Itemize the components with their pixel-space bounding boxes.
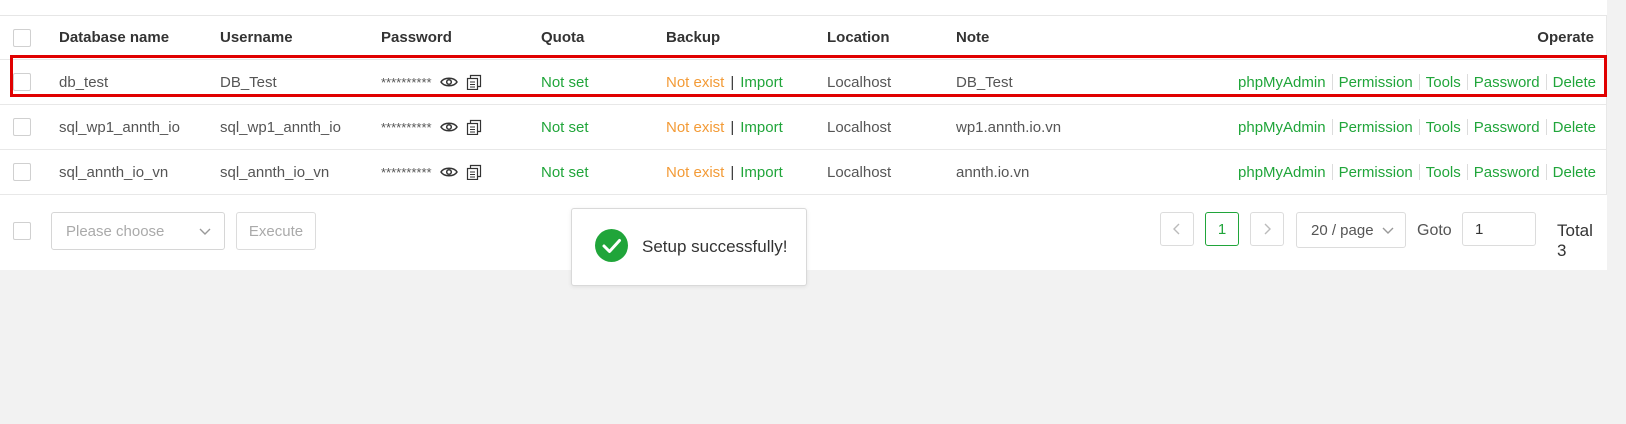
- database-name: db_test: [59, 73, 109, 91]
- row-operations: phpMyAdmin Permission Tools Password Del…: [1238, 150, 1596, 194]
- select-all-checkbox[interactable]: [13, 28, 31, 47]
- phpmyadmin-link[interactable]: phpMyAdmin: [1238, 119, 1326, 136]
- footer-select-all-checkbox[interactable]: [13, 222, 31, 240]
- row-checkbox[interactable]: [13, 73, 31, 91]
- database-username: sql_annth_io_vn: [220, 163, 330, 181]
- quota-link[interactable]: Not set: [541, 60, 589, 104]
- permission-link[interactable]: Permission: [1339, 164, 1413, 181]
- success-toast: Setup successfully!: [571, 208, 807, 286]
- database-username: sql_wp1_annth_io: [220, 118, 341, 136]
- password-link[interactable]: Password: [1474, 119, 1540, 136]
- backup-separator: |: [730, 73, 735, 91]
- tools-link[interactable]: Tools: [1426, 74, 1461, 91]
- table-header: Database name Username Password Quota Ba…: [0, 16, 1607, 60]
- table-row: sql_annth_io_vn sql_annth_io_vn ********…: [0, 150, 1607, 195]
- execute-button[interactable]: Execute: [236, 212, 316, 250]
- backup-status[interactable]: Not exist: [666, 74, 724, 91]
- eye-icon[interactable]: [439, 121, 458, 133]
- import-link[interactable]: Import: [740, 119, 783, 136]
- password-cell: **********: [381, 60, 482, 104]
- prev-page-button[interactable]: [1160, 212, 1194, 246]
- header-database-name[interactable]: Database name: [59, 16, 169, 59]
- per-page-select[interactable]: 20 / page: [1296, 212, 1406, 248]
- header-note: Note: [956, 29, 990, 46]
- header-location: Location: [827, 29, 890, 46]
- batch-action-placeholder: Please choose: [66, 222, 165, 240]
- import-link[interactable]: Import: [740, 74, 783, 91]
- permission-link[interactable]: Permission: [1339, 119, 1413, 136]
- chevron-down-icon: [1381, 223, 1395, 241]
- batch-action-select[interactable]: Please choose: [51, 212, 225, 250]
- password-mask: **********: [381, 74, 432, 90]
- phpmyadmin-link[interactable]: phpMyAdmin: [1238, 164, 1326, 181]
- location: Localhost: [827, 73, 892, 91]
- header-backup: Backup: [666, 29, 721, 46]
- import-link[interactable]: Import: [740, 164, 783, 181]
- chevron-right-icon: [1264, 223, 1271, 235]
- table-row: db_test DB_Test ********** Not set Not e…: [0, 60, 1607, 105]
- check-circle-icon: [595, 228, 628, 266]
- note[interactable]: DB_Test: [956, 60, 1013, 104]
- location: Localhost: [827, 163, 892, 181]
- copy-icon[interactable]: [466, 164, 482, 180]
- delete-link[interactable]: Delete: [1553, 119, 1596, 136]
- backup-separator: |: [730, 118, 735, 136]
- database-username: DB_Test: [220, 73, 277, 91]
- permission-link[interactable]: Permission: [1339, 74, 1413, 91]
- row-operations: phpMyAdmin Permission Tools Password Del…: [1238, 60, 1596, 104]
- quota-link[interactable]: Not set: [541, 105, 589, 149]
- eye-icon[interactable]: [439, 76, 458, 88]
- per-page-value: 20 / page: [1311, 221, 1374, 239]
- row-operations: phpMyAdmin Permission Tools Password Del…: [1238, 105, 1596, 149]
- eye-icon[interactable]: [439, 166, 458, 178]
- database-name: sql_wp1_annth_io: [59, 118, 180, 136]
- note[interactable]: annth.io.vn: [956, 150, 1029, 194]
- database-name: sql_annth_io_vn: [59, 163, 169, 181]
- password-link[interactable]: Password: [1474, 74, 1540, 91]
- phpmyadmin-link[interactable]: phpMyAdmin: [1238, 74, 1326, 91]
- backup-separator: |: [730, 163, 735, 181]
- password-mask: **********: [381, 119, 432, 135]
- note[interactable]: wp1.annth.io.vn: [956, 105, 1061, 149]
- page-number-button[interactable]: 1: [1205, 212, 1239, 246]
- toast-message: Setup successfully!: [642, 237, 788, 256]
- password-cell: **********: [381, 150, 482, 194]
- backup-status[interactable]: Not exist: [666, 119, 724, 136]
- chevron-down-icon: [198, 224, 212, 242]
- location: Localhost: [827, 118, 892, 136]
- tools-link[interactable]: Tools: [1426, 119, 1461, 136]
- copy-icon[interactable]: [466, 119, 482, 135]
- goto-page-input[interactable]: 1: [1462, 212, 1536, 246]
- header-quota: Quota: [541, 29, 585, 46]
- delete-link[interactable]: Delete: [1553, 164, 1596, 181]
- tools-link[interactable]: Tools: [1426, 164, 1461, 181]
- database-table: Database name Username Password Quota Ba…: [0, 15, 1607, 195]
- header-username: Username: [220, 29, 293, 46]
- row-checkbox[interactable]: [13, 163, 31, 181]
- header-operate: Operate: [1537, 29, 1594, 46]
- delete-link[interactable]: Delete: [1553, 74, 1596, 91]
- total-count: Total 3: [1557, 221, 1593, 260]
- chevron-left-icon: [1173, 223, 1180, 235]
- password-cell: **********: [381, 105, 482, 149]
- row-checkbox[interactable]: [13, 118, 31, 136]
- goto-label: Goto: [1417, 222, 1452, 239]
- copy-icon[interactable]: [466, 74, 482, 90]
- password-mask: **********: [381, 164, 432, 180]
- table-row: sql_wp1_annth_io sql_wp1_annth_io ******…: [0, 105, 1607, 150]
- next-page-button[interactable]: [1250, 212, 1284, 246]
- backup-status[interactable]: Not exist: [666, 164, 724, 181]
- header-password: Password: [381, 29, 452, 46]
- password-link[interactable]: Password: [1474, 164, 1540, 181]
- quota-link[interactable]: Not set: [541, 150, 589, 194]
